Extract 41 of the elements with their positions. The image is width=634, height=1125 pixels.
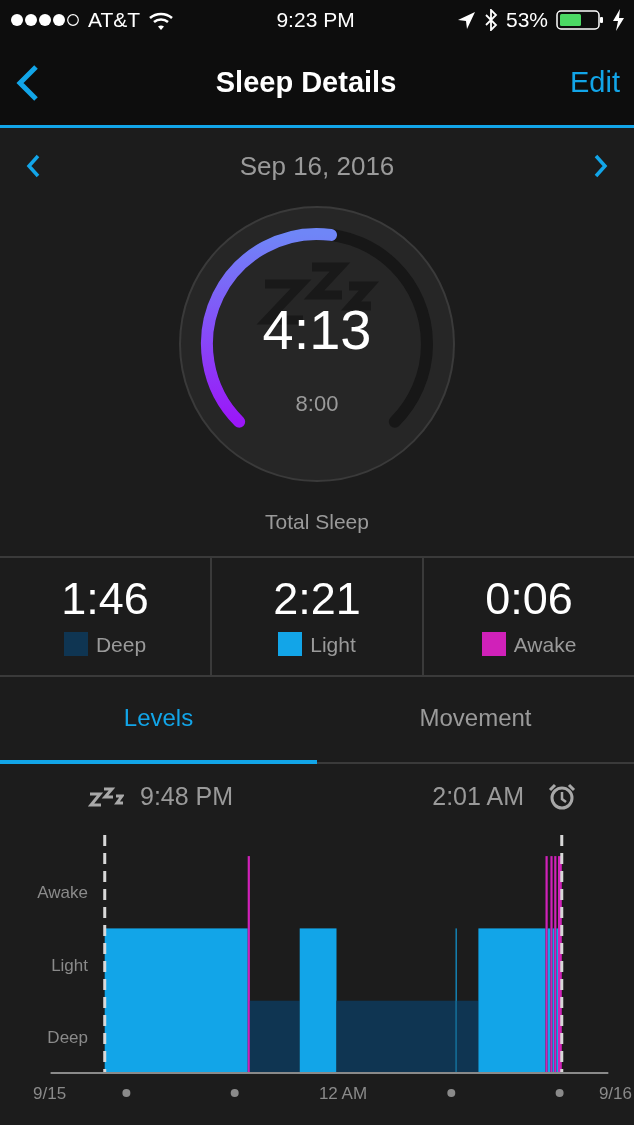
stage-label: Light: [310, 631, 356, 658]
axis-label: 12 AM: [318, 1083, 368, 1103]
battery-icon: [556, 10, 604, 30]
tab[interactable]: Levels: [0, 676, 317, 764]
stage-duration: 0:06: [485, 575, 573, 621]
next-day-button[interactable]: [593, 154, 608, 178]
wake-time: 2:01 AM: [432, 780, 524, 812]
axis-label: Deep: [47, 1027, 88, 1047]
date-label: Sep 16, 2016: [239, 150, 395, 181]
axis-label: 9/15: [33, 1083, 67, 1103]
edit-link[interactable]: Edit: [570, 60, 620, 105]
battery-percent: 53%: [505, 7, 548, 34]
axis-label: Awake: [37, 882, 88, 902]
bluetooth-icon: [483, 9, 498, 31]
tick-dot: [555, 1088, 564, 1097]
stage-label: Deep: [95, 631, 147, 658]
tick-dot: [447, 1088, 456, 1097]
stage-duration: 1:46: [61, 575, 149, 621]
location-icon: [456, 10, 476, 30]
chevron-left-icon: [26, 154, 41, 178]
tab[interactable]: Movement: [317, 676, 634, 764]
sleep-goal: 8:00: [295, 391, 339, 416]
tick-dot: [122, 1088, 131, 1097]
tick-dot: [230, 1088, 239, 1097]
sleep-start-time: 9:48 PM: [140, 780, 234, 812]
previous-day-button[interactable]: [26, 154, 41, 178]
page-title: Sleep Details: [215, 65, 397, 98]
axis-label: Light: [51, 955, 88, 975]
chevron-right-icon: [593, 154, 608, 178]
zzz-icon: [88, 786, 124, 807]
total-sleep-label: Total Sleep: [265, 510, 369, 533]
signal-icon: [10, 12, 80, 28]
alarm-clock-icon: [548, 783, 576, 810]
charging-icon: [612, 9, 624, 31]
axis-label: 9/16: [598, 1083, 632, 1103]
carrier-name: AT&T: [88, 7, 141, 34]
stage-duration: 2:21: [273, 575, 361, 621]
total-sleep-value: 4:13: [262, 298, 372, 361]
stage-label: Awake: [513, 631, 577, 658]
wifi-icon: [148, 10, 175, 30]
status-time: 9:23 PM: [276, 8, 355, 32]
